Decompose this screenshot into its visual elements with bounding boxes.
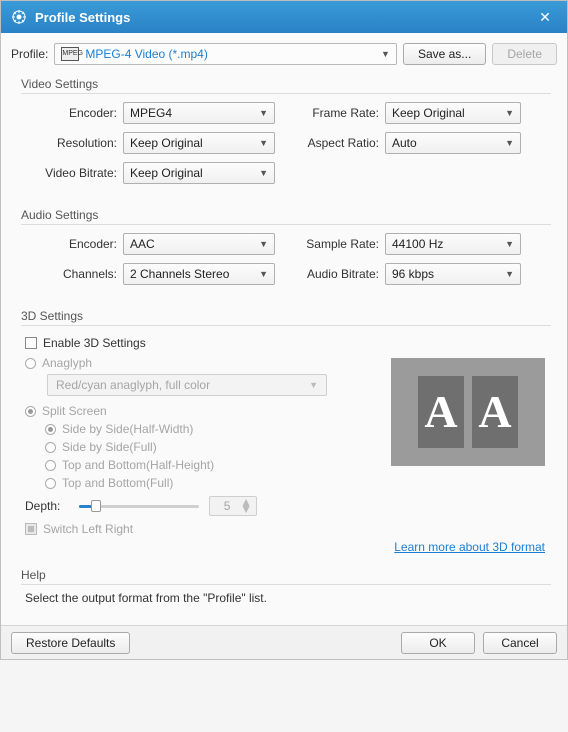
split-screen-label: Split Screen bbox=[42, 404, 107, 418]
video-bitrate-combo[interactable]: Keep Original▼ bbox=[123, 162, 275, 184]
radio-icon bbox=[45, 442, 56, 453]
tb-half-label: Top and Bottom(Half-Height) bbox=[62, 458, 214, 472]
aspect-ratio-label: Aspect Ratio: bbox=[295, 136, 379, 150]
audio-settings-group: Audio Settings Encoder: AAC▼ Sample Rate… bbox=[11, 206, 557, 295]
preview-right: A bbox=[472, 376, 518, 448]
radio-icon bbox=[45, 460, 56, 471]
sample-rate-combo[interactable]: 44100 Hz▼ bbox=[385, 233, 521, 255]
profile-label: Profile: bbox=[11, 47, 48, 61]
dialog-title: Profile Settings bbox=[35, 10, 533, 25]
restore-defaults-button[interactable]: Restore Defaults bbox=[11, 632, 130, 654]
radio-icon bbox=[25, 358, 36, 369]
aspect-ratio-combo[interactable]: Auto▼ bbox=[385, 132, 521, 154]
frame-rate-label: Frame Rate: bbox=[295, 106, 379, 120]
profile-value: MPEG-4 Video (*.mp4) bbox=[85, 47, 381, 61]
sample-rate-label: Sample Rate: bbox=[295, 237, 379, 251]
help-text: Select the output format from the "Profi… bbox=[21, 584, 551, 607]
depth-label: Depth: bbox=[25, 499, 69, 513]
audio-bitrate-combo[interactable]: 96 kbps▼ bbox=[385, 263, 521, 285]
chevron-down-icon: ▼ bbox=[259, 239, 268, 249]
video-bitrate-label: Video Bitrate: bbox=[25, 166, 117, 180]
ok-button[interactable]: OK bbox=[401, 632, 475, 654]
chevron-down-icon: ▼ bbox=[309, 380, 318, 390]
profile-settings-dialog: Profile Settings ✕ Profile: MPEG MPEG-4 … bbox=[0, 0, 568, 660]
slider-thumb[interactable] bbox=[91, 500, 101, 512]
tb-full-radio: Top and Bottom(Full) bbox=[45, 476, 547, 490]
tb-full-label: Top and Bottom(Full) bbox=[62, 476, 173, 490]
chevron-down-icon: ▼ bbox=[259, 168, 268, 178]
depth-spinner: 5 ▲▼ bbox=[209, 496, 257, 516]
sbs-full-label: Side by Side(Full) bbox=[62, 440, 157, 454]
resolution-combo[interactable]: Keep Original▼ bbox=[123, 132, 275, 154]
help-group: Help Select the output format from the "… bbox=[11, 566, 557, 607]
radio-icon bbox=[25, 406, 36, 417]
format-icon: MPEG bbox=[61, 47, 79, 61]
depth-value: 5 bbox=[214, 499, 240, 513]
chevron-down-icon: ▼ bbox=[505, 138, 514, 148]
depth-slider[interactable] bbox=[79, 497, 199, 515]
chevron-down-icon: ▼ bbox=[505, 239, 514, 249]
chevron-down-icon: ▼ bbox=[505, 108, 514, 118]
encoder-label: Encoder: bbox=[25, 106, 117, 120]
footer: Restore Defaults OK Cancel bbox=[1, 625, 567, 659]
chevron-down-icon: ▼ bbox=[505, 269, 514, 279]
switch-left-right-checkbox: Switch Left Right bbox=[25, 522, 547, 536]
chevron-down-icon: ▼ bbox=[259, 138, 268, 148]
close-icon[interactable]: ✕ bbox=[533, 9, 557, 26]
titlebar: Profile Settings ✕ bbox=[1, 1, 567, 33]
checkbox-icon bbox=[25, 523, 37, 535]
audio-bitrate-label: Audio Bitrate: bbox=[295, 267, 379, 281]
chevron-down-icon: ▼ bbox=[381, 49, 390, 59]
sbs-half-label: Side by Side(Half-Width) bbox=[62, 422, 193, 436]
spinner-arrows-icon: ▲▼ bbox=[240, 499, 252, 513]
video-settings-title: Video Settings bbox=[21, 75, 551, 93]
client-area: Profile: MPEG MPEG-4 Video (*.mp4) ▼ Sav… bbox=[1, 33, 567, 625]
3d-settings-title: 3D Settings bbox=[21, 307, 551, 325]
radio-icon bbox=[45, 478, 56, 489]
enable-3d-checkbox[interactable]: Enable 3D Settings bbox=[25, 336, 547, 350]
resolution-label: Resolution: bbox=[25, 136, 117, 150]
video-settings-group: Video Settings Encoder: MPEG4▼ Frame Rat… bbox=[11, 75, 557, 194]
learn-more-link[interactable]: Learn more about 3D format bbox=[394, 540, 545, 554]
anaglyph-label: Anaglyph bbox=[42, 356, 92, 370]
channels-combo[interactable]: 2 Channels Stereo▼ bbox=[123, 263, 275, 285]
radio-icon bbox=[45, 424, 56, 435]
delete-button: Delete bbox=[492, 43, 557, 65]
profile-row: Profile: MPEG MPEG-4 Video (*.mp4) ▼ Sav… bbox=[11, 43, 557, 65]
preview-left: A bbox=[418, 376, 464, 448]
chevron-down-icon: ▼ bbox=[259, 269, 268, 279]
checkbox-icon bbox=[25, 337, 37, 349]
anaglyph-value: Red/cyan anaglyph, full color bbox=[56, 378, 210, 392]
app-icon bbox=[11, 9, 27, 25]
frame-rate-combo[interactable]: Keep Original▼ bbox=[385, 102, 521, 124]
enable-3d-label: Enable 3D Settings bbox=[43, 336, 146, 350]
video-encoder-combo[interactable]: MPEG4▼ bbox=[123, 102, 275, 124]
3d-settings-group: 3D Settings Enable 3D Settings Anaglyph … bbox=[11, 307, 557, 554]
anaglyph-combo: Red/cyan anaglyph, full color ▼ bbox=[47, 374, 327, 396]
save-as-button[interactable]: Save as... bbox=[403, 43, 486, 65]
3d-preview: A A bbox=[391, 358, 545, 466]
chevron-down-icon: ▼ bbox=[259, 108, 268, 118]
channels-label: Channels: bbox=[25, 267, 117, 281]
audio-settings-title: Audio Settings bbox=[21, 206, 551, 224]
profile-combo[interactable]: MPEG MPEG-4 Video (*.mp4) ▼ bbox=[54, 43, 397, 65]
audio-encoder-combo[interactable]: AAC▼ bbox=[123, 233, 275, 255]
cancel-button[interactable]: Cancel bbox=[483, 632, 557, 654]
help-title: Help bbox=[21, 566, 551, 584]
switch-lr-label: Switch Left Right bbox=[43, 522, 133, 536]
audio-encoder-label: Encoder: bbox=[25, 237, 117, 251]
